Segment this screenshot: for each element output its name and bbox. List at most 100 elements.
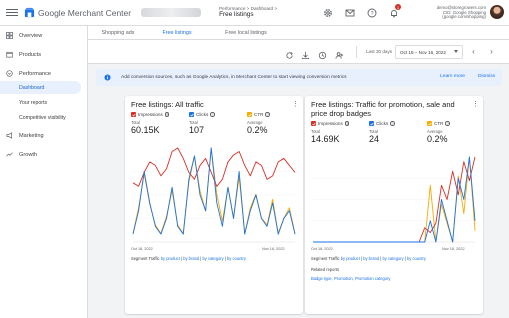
mail-icon[interactable]	[343, 6, 356, 19]
download-icon[interactable]	[301, 47, 310, 60]
sidebar-item-marketing[interactable]: Marketing	[0, 128, 87, 143]
segment-by-country-link[interactable]: by country	[227, 256, 246, 261]
merchant-center-logo-icon	[24, 7, 35, 18]
segment-by-category-link[interactable]: by category	[383, 256, 404, 261]
more-vert-icon[interactable]: ⋮	[292, 100, 299, 108]
grid-icon	[6, 32, 13, 39]
metrics-row: Impressions? Total 60.15K Clicks? Total …	[131, 112, 305, 135]
help-icon[interactable]: ?	[265, 112, 270, 117]
tab-free-local-listings[interactable]: Free local listings	[206, 26, 286, 40]
help-icon[interactable]: ?	[390, 121, 395, 126]
card-title: Free listings: All traffic	[131, 100, 204, 109]
series-line-ctr[interactable]	[132, 147, 296, 234]
line-chart-promotion-badges	[311, 153, 477, 244]
metric-name: CTR	[434, 121, 444, 126]
avatar[interactable]	[490, 5, 504, 19]
info-icon	[104, 74, 111, 81]
toolbar-divider	[356, 46, 357, 58]
chevron-down-icon	[6, 70, 13, 77]
metric-value: 0.2%	[247, 125, 268, 135]
segment-by-country-link[interactable]: by country	[407, 256, 426, 261]
dismiss-button[interactable]: Dismiss	[478, 74, 495, 79]
share-users-icon[interactable]	[335, 47, 344, 59]
segment-by-category-link[interactable]: by category	[203, 256, 224, 261]
sidebar-item-overview[interactable]: Overview	[0, 28, 87, 43]
previous-period-icon[interactable]: ‹	[468, 46, 479, 57]
sidebar: Overview Products Performance Dashboard …	[0, 26, 88, 318]
account-cid: CID: Google Shopping (google.com/shoppin…	[442, 9, 486, 20]
sidebar-item-label: Overview	[19, 32, 43, 39]
help-icon[interactable]: ?	[164, 112, 170, 117]
app-logo[interactable]: Google Merchant Center	[24, 7, 131, 18]
top-app-bar: Google Merchant Center Performance > Das…	[0, 0, 509, 26]
related-promotion-category-link[interactable]: Promotion category	[355, 276, 391, 281]
breadcrumb: Performance > Dashboard > Free listings	[219, 6, 277, 19]
menu-icon[interactable]	[6, 8, 18, 17]
notifications-icon[interactable]: 1	[387, 4, 401, 19]
segment-by-brand-link[interactable]: by brand	[363, 256, 379, 261]
series-line-clicks[interactable]	[132, 147, 296, 235]
help-icon[interactable]: ?	[445, 121, 450, 126]
logo-google-text: Google	[38, 7, 66, 18]
metric-value: 0.2%	[427, 134, 448, 144]
next-period-icon[interactable]: ›	[486, 46, 497, 57]
help-icon[interactable]: ?	[344, 121, 350, 126]
metric-impressions[interactable]: Impressions? Total 14.69K	[311, 121, 369, 144]
checkbox-checked-icon[interactable]	[247, 112, 252, 117]
help-icon[interactable]: ?	[365, 6, 378, 19]
account-info[interactable]: demo@storegrowers.com CID: Google Shoppi…	[420, 5, 486, 20]
metric-ctr[interactable]: CTR? Average 0.2%	[427, 121, 485, 144]
checkbox-checked-icon[interactable]	[311, 121, 316, 126]
related-badge-type-link[interactable]: Badge type	[311, 276, 332, 281]
sidebar-item-growth[interactable]: Growth	[0, 147, 87, 162]
sidebar-item-label: Products	[19, 51, 42, 58]
schedule-icon[interactable]	[318, 47, 327, 60]
card-promotion-badges: Free listings: Traffic for promotion, sa…	[305, 96, 483, 314]
caret-down-icon	[454, 50, 458, 53]
sidebar-subitem-dashboard[interactable]: Dashboard	[0, 81, 81, 94]
metric-name: Clicks	[196, 112, 209, 117]
sidebar-item-label: Performance	[19, 70, 52, 77]
page-title: Free listings	[219, 11, 254, 19]
date-range-label: Last 30 days	[366, 49, 393, 54]
segment-links: Segment Traffic by product | by brand | …	[131, 256, 246, 261]
metric-ctr[interactable]: CTR? Average 0.2%	[247, 112, 305, 135]
settings-icon[interactable]	[321, 6, 334, 19]
checkbox-checked-icon[interactable]	[427, 121, 432, 126]
svg-text:?: ?	[370, 11, 373, 17]
banner-message: Add conversion sources, such as Google A…	[121, 75, 347, 80]
metric-clicks[interactable]: Clicks? Total 24	[369, 121, 427, 144]
refresh-icon[interactable]	[285, 47, 294, 59]
box-icon	[6, 51, 13, 58]
logo-product-text: Merchant Center	[67, 7, 132, 18]
chart-start-date: Oct 18, 2022	[311, 247, 333, 251]
sidebar-subitem-your-reports[interactable]: Your reports	[0, 96, 87, 109]
segment-by-product-link[interactable]: by product	[341, 256, 360, 261]
metric-impressions[interactable]: Impressions? Total 60.15K	[131, 112, 189, 135]
sidebar-item-products[interactable]: Products	[0, 47, 87, 62]
report-toolbar: Last 30 days Oct 18 – Nov 16, 2022 ‹ ›	[88, 40, 509, 64]
related-promotion-link[interactable]: Promotion	[334, 276, 353, 281]
metric-value: 14.69K	[311, 134, 340, 144]
help-icon[interactable]: ?	[210, 112, 215, 117]
checkbox-checked-icon[interactable]	[369, 121, 374, 126]
checkbox-checked-icon[interactable]	[189, 112, 194, 117]
metric-clicks[interactable]: Clicks? Total 107	[189, 112, 247, 135]
more-vert-icon[interactable]: ⋮	[472, 100, 479, 108]
tab-free-listings[interactable]: Free listings	[148, 26, 206, 41]
checkbox-checked-icon[interactable]	[131, 112, 136, 117]
learn-more-button[interactable]: Learn more	[440, 74, 465, 79]
date-range-select[interactable]: Oct 18 – Nov 16, 2022	[395, 45, 463, 59]
tab-shopping-ads[interactable]: Shopping ads	[88, 26, 148, 40]
trend-icon	[6, 152, 13, 157]
segment-by-brand-link[interactable]: by brand	[183, 256, 199, 261]
series-line-impressions[interactable]	[132, 147, 296, 187]
sidebar-item-performance[interactable]: Performance	[0, 66, 87, 81]
notification-count-badge: 1	[395, 4, 401, 10]
sidebar-subitem-competitive-visibility[interactable]: Competitive visibility	[0, 111, 87, 124]
account-switcher-blurred[interactable]	[141, 8, 202, 17]
metric-value: 60.15K	[131, 125, 160, 135]
segment-by-product-link[interactable]: by product	[161, 256, 180, 261]
metric-value: 107	[189, 125, 205, 135]
info-banner: Add conversion sources, such as Google A…	[96, 69, 502, 86]
